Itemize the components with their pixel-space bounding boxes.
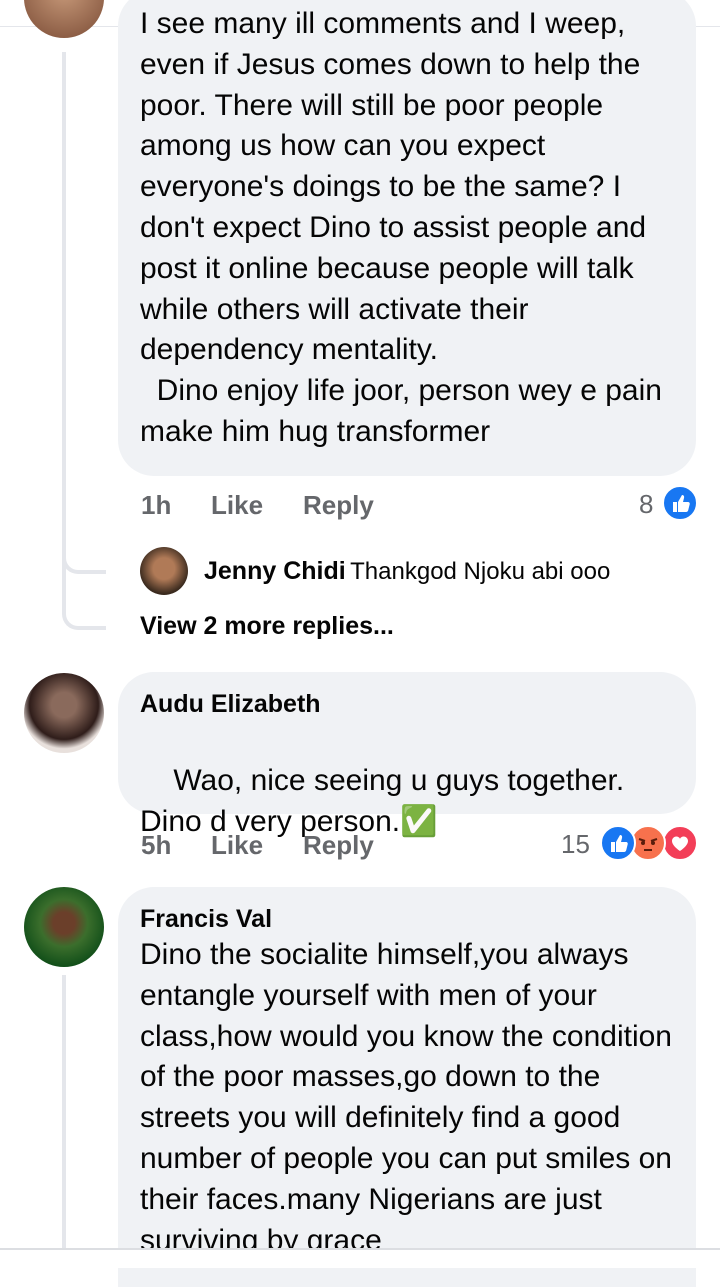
like-reaction-icon — [600, 825, 636, 861]
comment-bubble: Audu Elizabeth Wao, nice seeing u guys t… — [118, 672, 696, 838]
reply-author[interactable]: Jenny Chidi — [204, 557, 346, 585]
reaction-count[interactable]: 15 — [561, 829, 590, 860]
reply-button[interactable]: Reply — [303, 490, 374, 521]
commenter-avatar[interactable] — [24, 673, 104, 753]
comment-text: I see many ill comments and I weep, even… — [140, 7, 662, 448]
comment-author[interactable]: Audu Elizabeth — [140, 688, 674, 720]
comment-time[interactable]: 5h — [141, 830, 171, 861]
check-mark-emoji: ✅ — [400, 804, 438, 838]
like-button[interactable]: Like — [211, 490, 263, 521]
reply-connector — [62, 520, 106, 574]
reply-avatar[interactable] — [140, 547, 188, 595]
reaction-count[interactable]: 8 — [639, 489, 653, 520]
thread-line — [62, 975, 66, 1248]
reply-text: Thankgod Njoku abi ooo — [350, 558, 611, 585]
like-reaction-icon — [662, 485, 698, 521]
reply-connector — [62, 570, 106, 630]
reply-button[interactable]: Reply — [303, 830, 374, 861]
love-reaction-icon — [662, 825, 698, 861]
comment-time[interactable]: 1h — [141, 490, 171, 521]
commenter-avatar[interactable] — [24, 887, 104, 967]
comment-author[interactable]: Francis Val — [140, 903, 674, 935]
comment-text: Dino the socialite himself,you always en… — [140, 938, 681, 1257]
like-button[interactable]: Like — [211, 830, 263, 861]
view-more-replies[interactable]: View 2 more replies... — [140, 612, 394, 641]
commenter-avatar[interactable] — [24, 0, 104, 38]
bottom-bar — [0, 1248, 720, 1268]
comment-bubble: I see many ill comments and I weep, even… — [118, 0, 696, 476]
reply-preview[interactable]: Jenny Chidi Thankgod Njoku abi ooo — [204, 557, 610, 586]
comment-bubble: Francis Val Dino the socialite himself,y… — [118, 887, 696, 1287]
comment-text-body: Wao, nice seeing u guys together. Dino d… — [140, 763, 633, 838]
thread-line — [62, 52, 66, 572]
